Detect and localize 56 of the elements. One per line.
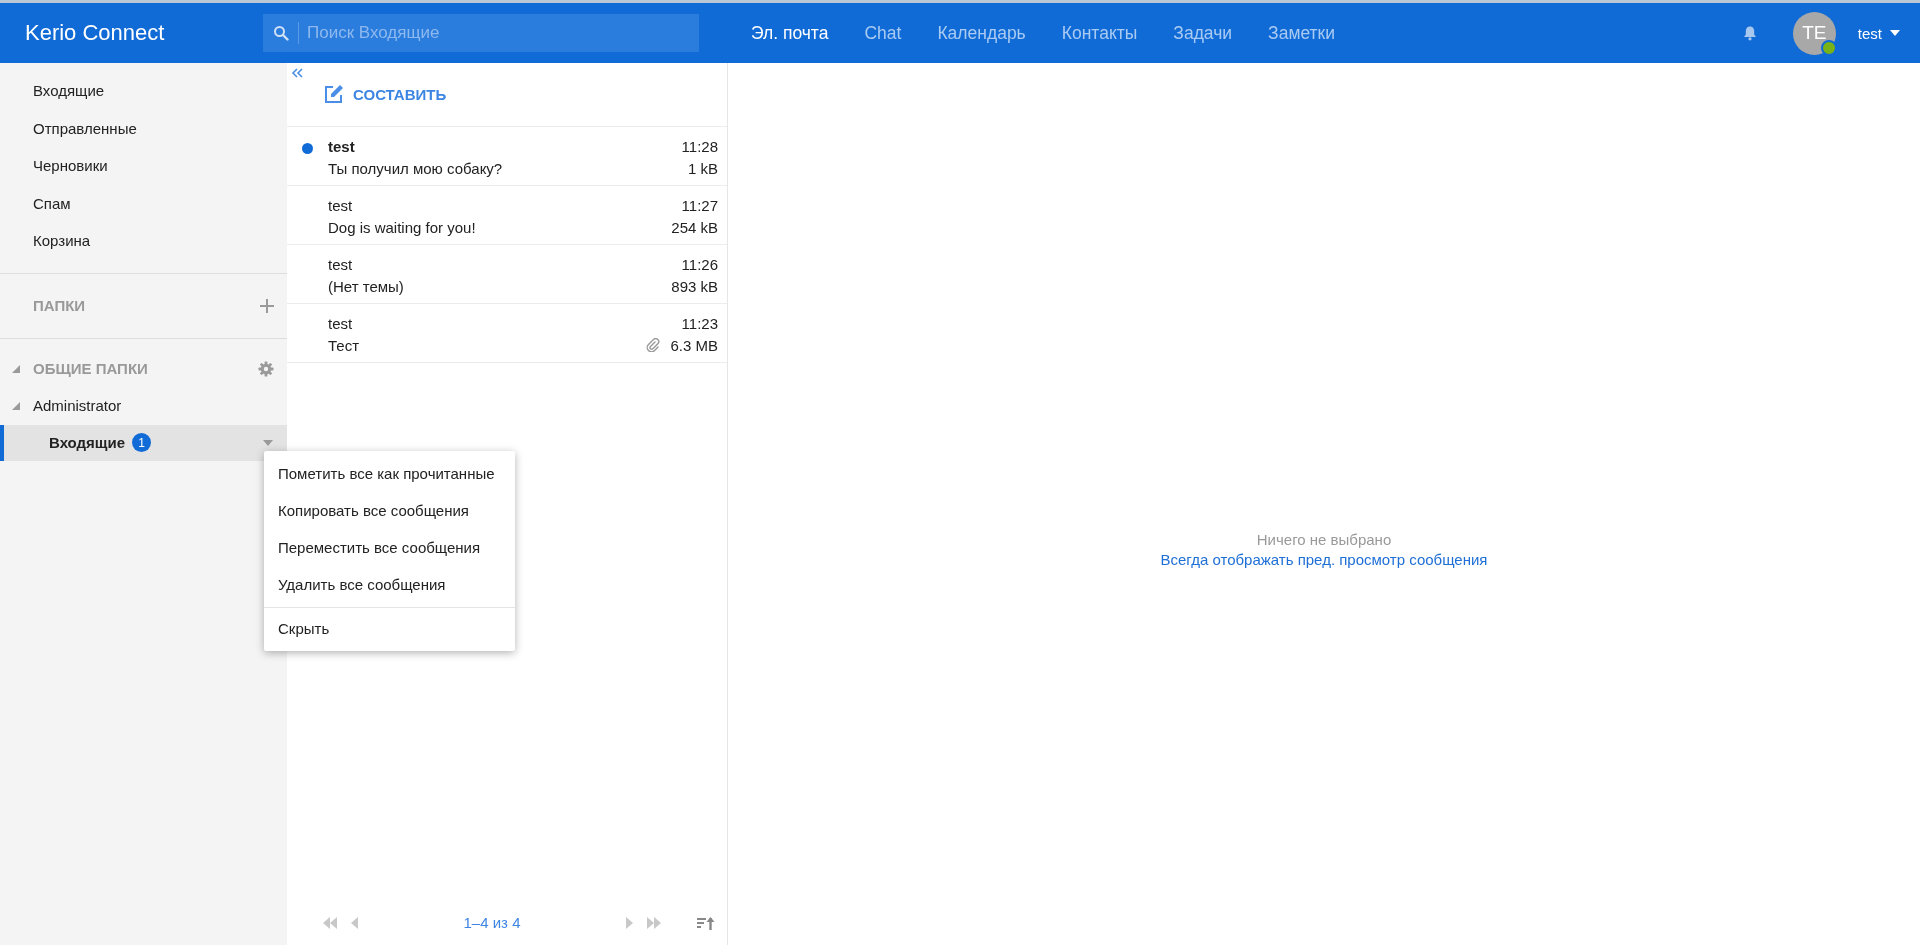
sender-name: test (328, 255, 353, 273)
message-size: 893 kB (671, 277, 718, 295)
next-page-icon[interactable] (626, 916, 633, 929)
message-size: 1 kB (688, 159, 718, 177)
section-heading: ОБЩИЕ ПАПКИ (33, 360, 148, 377)
last-page-icon[interactable] (647, 916, 661, 929)
empty-state-text: Ничего не выбрано (1256, 530, 1392, 548)
gear-icon[interactable] (258, 360, 274, 377)
message-subject: Dog is waiting for you! (328, 218, 476, 236)
sort-icon[interactable] (697, 915, 715, 930)
menu-item[interactable]: Копировать все сообщения (264, 492, 515, 529)
message-time: 11:27 (681, 196, 718, 214)
message-time: 11:28 (681, 137, 718, 155)
tree-item[interactable]: Входящие 1 (0, 424, 287, 461)
message-row[interactable]: test 11:26 (Нет темы) 893 kB (287, 245, 727, 304)
folder-item[interactable]: Спам (0, 184, 287, 222)
caret-icon[interactable] (263, 439, 273, 446)
page-range: 1–4 из 4 (462, 914, 522, 931)
message-time: 11:26 (681, 255, 718, 273)
user-menu[interactable]: test (1857, 24, 1900, 42)
folder-item[interactable]: Корзина (0, 222, 287, 260)
sender-name: test (328, 137, 355, 155)
message-size: 254 kB (671, 218, 718, 236)
folder-item[interactable]: Входящие (0, 72, 287, 110)
plus-icon[interactable] (260, 298, 274, 313)
menu-item[interactable]: Скрыть (264, 610, 515, 647)
message-subject: (Нет темы) (328, 277, 404, 295)
expand-triangle-icon[interactable] (12, 364, 20, 373)
preview-link[interactable]: Всегда отображать пред. просмотр сообщения (1160, 550, 1488, 568)
section-heading: ПАПКИ (33, 297, 86, 314)
search-field[interactable]: Поиск Входящие (263, 14, 699, 52)
collapse-icon[interactable] (291, 68, 303, 78)
folder-item[interactable]: Отправленные (0, 109, 287, 147)
message-subject: Тест (328, 336, 360, 354)
edit-icon (324, 84, 344, 104)
previous-page-icon[interactable] (351, 916, 358, 929)
message-row[interactable]: test 11:27 Dog is waiting for you! 254 kB (287, 186, 727, 245)
app-logo: Kerio Connect (24, 20, 166, 46)
nav-tab[interactable]: Эл. почта (733, 3, 847, 63)
caret-icon (1890, 30, 1900, 36)
bell-icon[interactable] (1742, 25, 1757, 41)
unread-count-badge: 1 (132, 433, 152, 452)
folder-item[interactable]: Черновики (0, 147, 287, 185)
first-page-icon[interactable] (323, 916, 337, 929)
message-time: 11:23 (681, 314, 718, 332)
menu-item[interactable]: Удалить все сообщения (264, 566, 515, 603)
expand-triangle-icon[interactable] (12, 401, 20, 410)
sender-name: test (328, 314, 353, 332)
tree-item[interactable]: Administrator (33, 397, 122, 414)
message-row[interactable]: test 11:23 Тест 6.3 MB (287, 304, 727, 363)
menu-item[interactable]: Переместить все сообщения (264, 529, 515, 566)
message-size: 6.3 MB (670, 336, 718, 354)
sender-name: test (328, 196, 353, 214)
message-subject: Ты получил мою собаку? (328, 159, 503, 177)
compose-button[interactable]: СОСТАВИТЬ (324, 84, 447, 104)
message-row[interactable]: test 11:28 Ты получил мою собаку? 1 kB (287, 127, 727, 186)
